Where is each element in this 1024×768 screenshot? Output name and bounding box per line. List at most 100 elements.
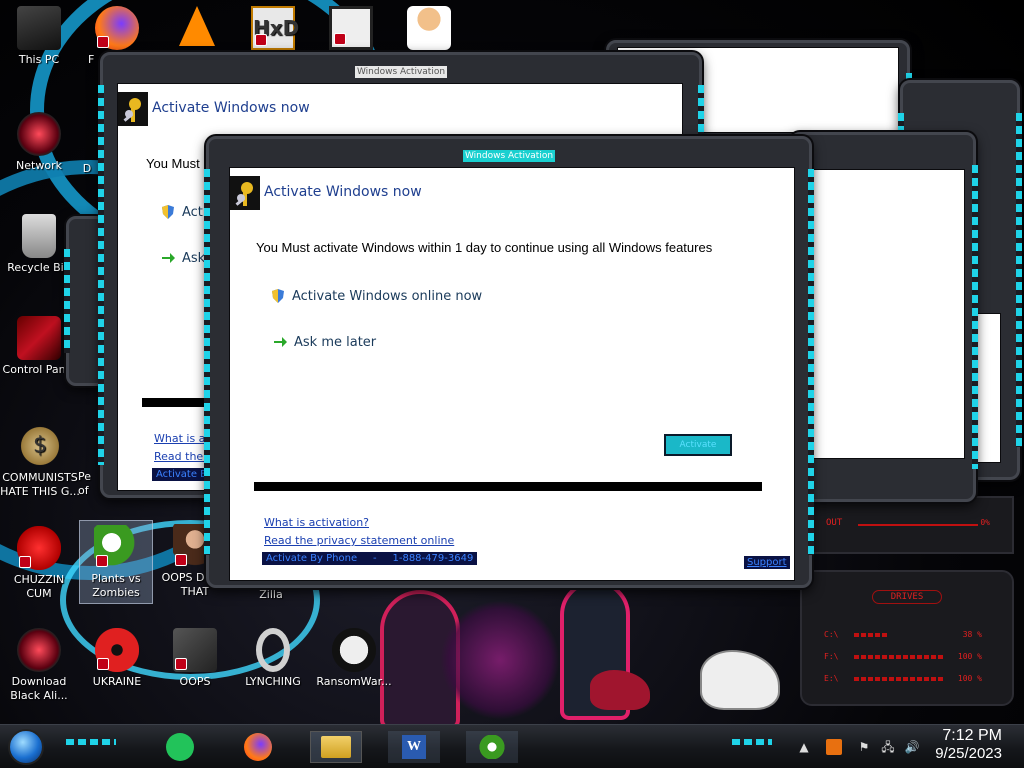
option-label: Ask [182, 250, 206, 266]
activate-button[interactable]: Activate [664, 434, 732, 456]
trash-can-icon [22, 214, 56, 258]
out-label: OUT [826, 518, 843, 528]
icon-label: COMMUNISTS HATE THIS G... [0, 471, 80, 498]
oops-icon[interactable]: OOPS [158, 628, 232, 689]
window-title: Windows Activation [462, 150, 556, 162]
vlc-icon[interactable] [160, 6, 234, 49]
activation-heading: Activate Windows now [264, 184, 422, 200]
clock-date: 9/25/2023 [935, 745, 1002, 762]
ransomware-icon[interactable]: RansomWar... [314, 628, 394, 689]
tray-volume-icon[interactable]: 🔊 [904, 739, 920, 755]
chuzzle-icon [17, 526, 61, 570]
icon-label: Zilla [259, 588, 283, 601]
keys-icon [118, 92, 148, 126]
front-window-titlebar[interactable]: Windows Activation [209, 143, 809, 162]
wallpaper-glow [440, 600, 560, 720]
option-activate-online[interactable]: Activate Windows online now [270, 288, 482, 304]
drive-row: F:\ 100 % [824, 652, 982, 661]
flower-icon [94, 525, 138, 569]
control-panel-image-icon [17, 316, 61, 360]
hxd-icon[interactable]: HxD [236, 6, 310, 53]
support-button[interactable]: Support [744, 556, 790, 569]
word-icon: W [402, 735, 426, 759]
taskbar-app-explorer[interactable] [310, 731, 362, 763]
stacked-window-client [809, 169, 965, 459]
cd-box-icon [173, 628, 217, 672]
what-is-activation-link[interactable]: What is activation? [264, 516, 369, 529]
activation-header: Activate Windows now [230, 176, 794, 210]
activate-by-phone[interactable]: Activate By Phone - 1-888-479-3649 [262, 552, 478, 565]
stacked-window-frame [788, 132, 978, 502]
option-ask-me-later[interactable]: Ask me later [272, 334, 376, 350]
out-value: 0% [980, 518, 990, 527]
green-arrow-icon [160, 250, 176, 266]
folder-icon [321, 736, 351, 758]
drive-row: C:\ 38 % [824, 630, 982, 639]
back-window-titlebar[interactable]: Windows Activation [103, 59, 699, 78]
clock-time: 7:12 PM [942, 727, 1002, 744]
money-bag-icon: $ [18, 424, 62, 468]
doctor-icon[interactable] [392, 6, 466, 53]
taskbar-app-word[interactable]: W [388, 731, 440, 763]
wallpaper-shoe [590, 670, 650, 710]
taskbar-clock[interactable]: 7:12 PM 9/25/2023 [935, 727, 1002, 762]
taskbar-app-firefox[interactable] [232, 731, 284, 763]
doctor-avatar-icon [407, 6, 451, 50]
radiation-icon [95, 628, 139, 672]
tray-chevron-icon[interactable]: ▲ [796, 739, 812, 755]
download-black-ali-icon[interactable]: Download Black Ali... [2, 628, 76, 703]
icon-label: Pe of [78, 470, 92, 497]
ukraine-icon[interactable]: UKRAINE [80, 628, 154, 689]
tray-alert-icon[interactable] [826, 739, 842, 755]
shield-icon [160, 204, 176, 220]
icon-label: Download Black Ali... [10, 675, 68, 702]
drives-label: DRIVES [872, 590, 942, 604]
tray-network-icon[interactable]: 🖧 [880, 739, 896, 755]
window-title: Windows Activation [354, 66, 448, 78]
network-icon[interactable]: Network [2, 112, 76, 173]
front-activation-window[interactable]: Windows Activation Activate Windows now … [204, 136, 814, 588]
icon-label: LYNCHING [245, 675, 301, 688]
notes-icon [166, 733, 194, 761]
chuzzin-icon[interactable]: CHUZZIN CUM [2, 526, 76, 601]
drive-row: E:\ 100 % [824, 674, 982, 683]
activation-message: You Must activate Windows within 1 day t… [256, 240, 713, 255]
privacy-statement-link[interactable]: Read the privacy statement online [264, 534, 454, 547]
this-pc-image [17, 6, 61, 50]
icon-label: Plants vs Zombies [91, 572, 141, 599]
icon-label: RansomWar... [316, 675, 392, 688]
taskbar-app-pvz[interactable] [466, 731, 518, 763]
communists-icon[interactable]: $ COMMUNISTS HATE THIS G... [0, 424, 80, 499]
tray-flag-icon[interactable]: ⚑ [856, 739, 872, 755]
shield-icon [270, 288, 286, 304]
zilla-icon[interactable]: Zilla [236, 588, 306, 602]
icon-label: OOPS [179, 675, 211, 688]
divider [254, 482, 762, 491]
icon-label: CHUZZIN CUM [13, 573, 65, 600]
taskbar: W ▲ ⚑ 🖧 🔊 7:12 PM 9/25/2023 [0, 724, 1024, 768]
alien-head-icon [17, 628, 61, 672]
wallpaper-shoe [700, 650, 780, 710]
firefox-icon [95, 6, 139, 50]
drives-gadget: DRIVES C:\ 38 % F:\ 100 % E:\ 100 % [800, 570, 1014, 706]
taskbar-decoration [732, 739, 772, 745]
lynching-icon[interactable]: LYNCHING [236, 628, 310, 689]
this-pc-icon[interactable]: This PC [2, 6, 76, 67]
icon-label: UKRAINE [92, 675, 142, 688]
back-option-ask[interactable]: Ask [160, 250, 205, 266]
maze-icon[interactable] [314, 6, 388, 53]
rope-icon [256, 628, 290, 672]
icon-label: This PC [18, 53, 60, 66]
maze-image-icon [329, 6, 373, 50]
pe-icon[interactable]: Pe of [78, 470, 102, 498]
keys-icon [230, 176, 260, 210]
skull-icon [332, 628, 376, 672]
front-window-client: Activate Windows now You Must activate W… [229, 167, 795, 581]
start-button[interactable] [8, 729, 44, 765]
taskbar-app-notes[interactable] [154, 731, 206, 763]
plants-vs-zombies-icon[interactable]: Plants vs Zombies [79, 520, 153, 604]
activation-message: You Must [146, 156, 200, 171]
out-graph [858, 512, 978, 526]
hex-editor-icon: HxD [251, 6, 299, 50]
option-label: Ask me later [294, 334, 377, 350]
